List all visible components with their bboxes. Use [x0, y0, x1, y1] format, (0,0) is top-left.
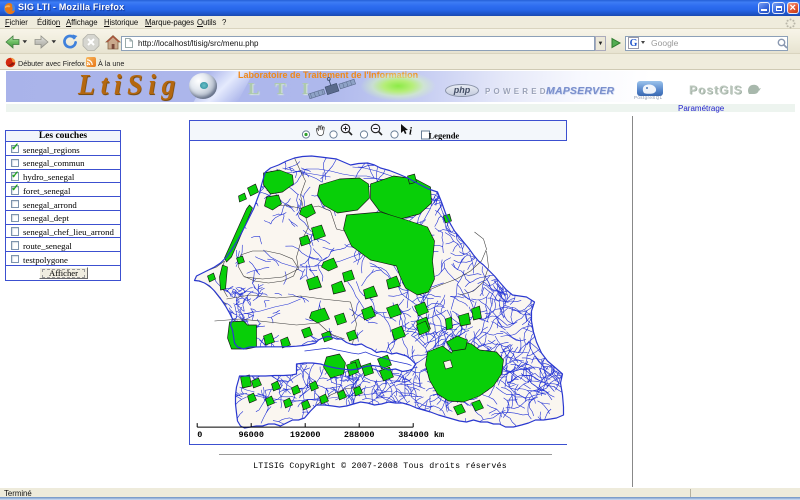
svg-text:i: i — [409, 126, 413, 138]
svg-text:288000: 288000 — [344, 430, 375, 440]
svg-text:384000 km: 384000 km — [398, 430, 444, 440]
svg-text:0: 0 — [197, 430, 202, 440]
svg-text:192000: 192000 — [290, 430, 321, 440]
svg-text:96000: 96000 — [238, 430, 264, 440]
svg-text:Legende: Legende — [429, 131, 460, 141]
